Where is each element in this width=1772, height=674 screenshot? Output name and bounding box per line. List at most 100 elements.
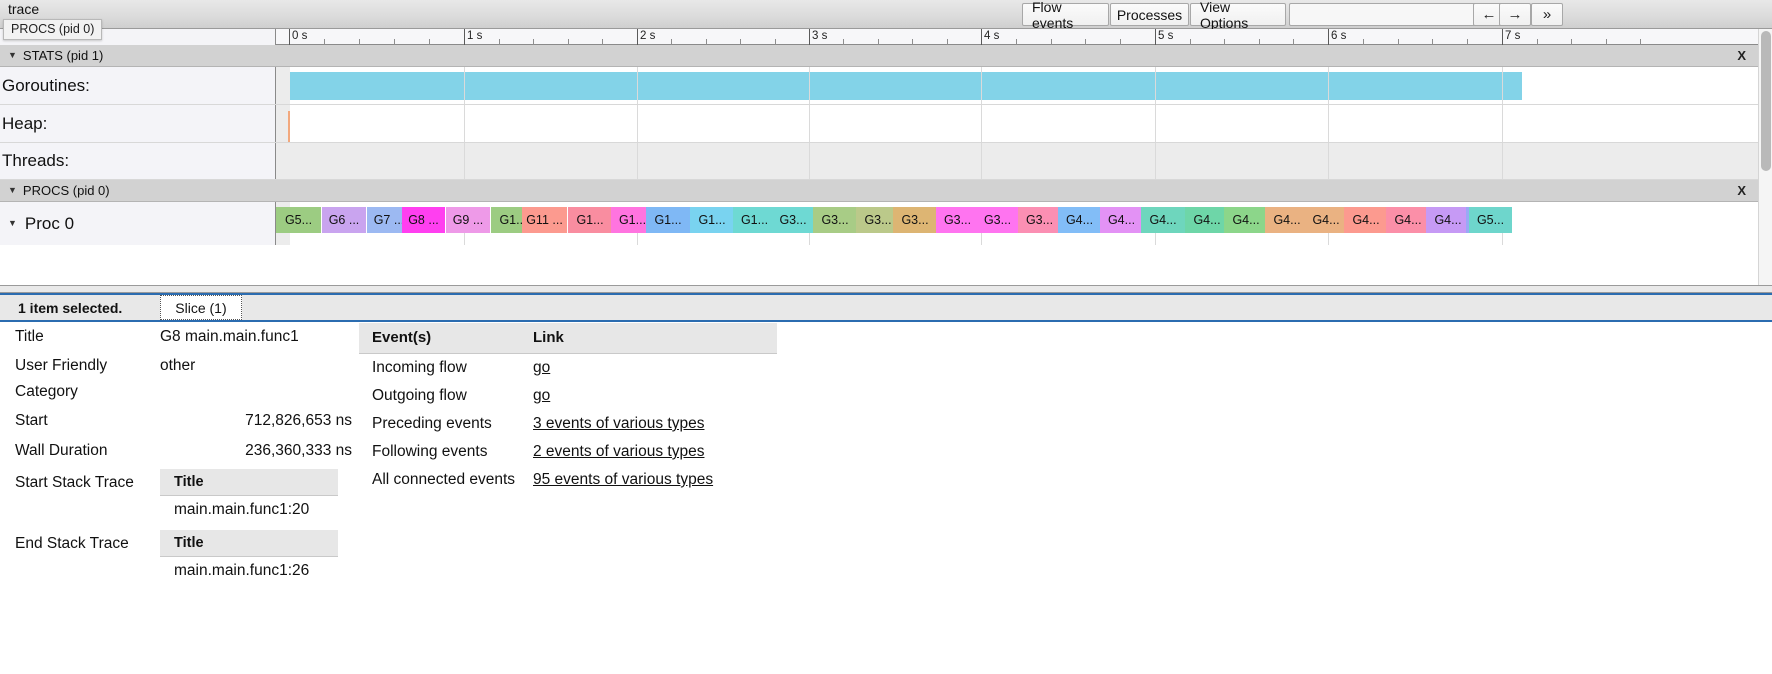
processes-button[interactable]: Processes (1110, 3, 1189, 26)
slice-6[interactable]: G11 ... (522, 207, 567, 233)
events-table-row: Preceding events3 events of various type… (359, 410, 777, 438)
stack-frame-row: main.main.func1:20 (160, 496, 338, 524)
event-link[interactable]: go (533, 387, 550, 404)
event-name-cell: Incoming flow (359, 354, 533, 382)
slice-24[interactable]: G4... (1265, 207, 1309, 233)
slice-properties-table: Title G8 main.main.func1 User Friendly C… (0, 323, 360, 587)
track-shell-goroutines[interactable]: Goroutines: (0, 67, 276, 104)
property-value: 236,360,333 ns (160, 437, 360, 465)
tracks-scrollbar-thumb[interactable] (1761, 31, 1771, 171)
event-link-cell: go (533, 354, 777, 382)
track-canvas-goroutines[interactable] (276, 67, 1772, 104)
track-row-goroutines[interactable]: Goroutines: (0, 67, 1772, 105)
slice-0[interactable]: G5... (276, 207, 321, 233)
event-link[interactable]: 2 events of various types (533, 443, 704, 460)
events-table-row: Following events2 events of various type… (359, 438, 777, 466)
stack-frame-row: main.main.func1:26 (160, 557, 338, 585)
slice-12[interactable]: G3... (771, 207, 815, 233)
tracks-scrollbar[interactable] (1758, 29, 1772, 285)
slice-26[interactable]: G4... (1344, 207, 1388, 233)
event-link[interactable]: 95 events of various types (533, 471, 713, 488)
property-row-title: Title G8 main.main.func1 (0, 323, 360, 351)
slice-15[interactable]: G3... (893, 207, 937, 233)
events-column-link: Link (533, 323, 777, 353)
property-value: 712,826,653 ns (160, 407, 360, 435)
details-tabbar: 1 item selected. Slice (1) (0, 293, 1772, 322)
slice-7[interactable]: G1... (568, 207, 612, 233)
group-header-stats[interactable]: ▼ STATS (pid 1) X (0, 45, 1772, 67)
slice-20[interactable]: G4... (1100, 207, 1143, 233)
slice-28[interactable]: G4... (1426, 207, 1470, 233)
slice-18[interactable]: G3... (1018, 207, 1061, 233)
property-row-start-stack-trace: Start Stack Trace Title main.main.func1:… (0, 469, 360, 524)
chevron-down-icon-procs[interactable]: ▼ (8, 186, 17, 195)
property-row-start: Start 712,826,653 ns (0, 407, 360, 435)
slice-13[interactable]: G3... (813, 207, 857, 233)
property-key: Title (0, 323, 160, 351)
slice-22[interactable]: G4... (1185, 207, 1229, 233)
track-shell-proc0[interactable]: ▼ Proc 0 (0, 202, 276, 245)
event-link[interactable]: 3 events of various types (533, 415, 704, 432)
slice-layer[interactable]: G5...G6 ...G7 ...G8 ...G9 ...G1...G11 ..… (276, 207, 1772, 233)
track-canvas-heap[interactable] (276, 105, 1772, 142)
slice-19[interactable]: G4... (1058, 207, 1101, 233)
property-key: User Friendly Category (0, 353, 160, 405)
stack-column-header: Title (160, 530, 338, 557)
forward-arrow-icon[interactable]: → (1499, 3, 1531, 26)
track-row-proc0[interactable]: ▼ Proc 0 G5...G6 ...G7 ...G8 ...G9 ...G1… (0, 202, 1772, 245)
events-table-body: Incoming flowgoOutgoing flowgoPreceding … (359, 354, 777, 494)
event-link[interactable]: go (533, 359, 550, 376)
hover-tooltip: PROCS (pid 0) (3, 19, 102, 40)
view-options-button[interactable]: View Options (1190, 3, 1286, 26)
slice-30[interactable]: G5... (1469, 207, 1512, 233)
group-label-stats: STATS (pid 1) (23, 48, 103, 63)
property-row-end-stack-trace: End Stack Trace Title main.main.func1:26 (0, 530, 360, 585)
event-link-cell: 3 events of various types (533, 410, 777, 438)
property-row-wall-duration: Wall Duration 236,360,333 ns (0, 437, 360, 465)
track-row-threads[interactable]: Threads: (0, 143, 1772, 180)
chevron-down-icon-proc0[interactable]: ▼ (8, 219, 17, 228)
slice-21[interactable]: G4... (1141, 207, 1185, 233)
omnibox-input[interactable] (1289, 3, 1479, 26)
slice-23[interactable]: G4... (1224, 207, 1268, 233)
slice-27[interactable]: G4... (1386, 207, 1430, 233)
connected-events-table: Event(s) Link Incoming flowgoOutgoing fl… (359, 323, 777, 494)
event-name-cell: Outgoing flow (359, 382, 533, 410)
slice-1[interactable]: G6 ... (322, 207, 366, 233)
heap-counter-spike (288, 111, 290, 142)
group-label-procs: PROCS (pid 0) (23, 183, 110, 198)
panel-splitter[interactable] (0, 285, 1772, 293)
slice-16[interactable]: G3... (936, 207, 979, 233)
slice-11[interactable]: G1... (733, 207, 776, 233)
goroutines-counter-area[interactable] (290, 72, 1522, 100)
slice-25[interactable]: G4... (1304, 207, 1348, 233)
slice-3[interactable]: G8 ... (402, 207, 445, 233)
flow-events-button[interactable]: Flow events (1022, 3, 1109, 26)
tab-slice[interactable]: Slice (1) (160, 295, 241, 320)
track-canvas-threads[interactable] (276, 143, 1772, 179)
track-shell-threads[interactable]: Threads: (0, 143, 276, 179)
more-chevron-icon[interactable]: » (1531, 3, 1563, 26)
track-label-goroutines: Goroutines: (0, 76, 90, 96)
close-icon-stats[interactable]: X (1737, 48, 1746, 63)
property-value: other (160, 353, 360, 379)
group-header-procs[interactable]: ▼ PROCS (pid 0) X (0, 180, 1772, 202)
event-link-cell: 2 events of various types (533, 438, 777, 466)
slice-9[interactable]: G1... (646, 207, 690, 233)
track-area: ▼ STATS (pid 1) X Goroutines: Heap: (0, 45, 1772, 285)
property-key: Start (0, 407, 160, 435)
slice-10[interactable]: G1... (690, 207, 734, 233)
end-stack-trace-table: Title main.main.func1:26 (160, 530, 338, 585)
slice-4[interactable]: G9 ... (446, 207, 490, 233)
track-label-heap: Heap: (0, 114, 47, 134)
track-canvas-proc0[interactable]: G5...G6 ...G7 ...G8 ...G9 ...G1...G11 ..… (276, 202, 1772, 245)
events-table-row: All connected events95 events of various… (359, 466, 777, 494)
chevron-down-icon[interactable]: ▼ (8, 51, 17, 60)
track-shell-heap[interactable]: Heap: (0, 105, 276, 142)
event-name-cell: Following events (359, 438, 533, 466)
close-icon-procs[interactable]: X (1737, 183, 1746, 198)
slice-17[interactable]: G3... (976, 207, 1019, 233)
event-name-cell: Preceding events (359, 410, 533, 438)
timeline-ruler[interactable]: 0 s1 s2 s3 s4 s5 s6 s7 s (0, 29, 1772, 45)
track-row-heap[interactable]: Heap: (0, 105, 1772, 143)
